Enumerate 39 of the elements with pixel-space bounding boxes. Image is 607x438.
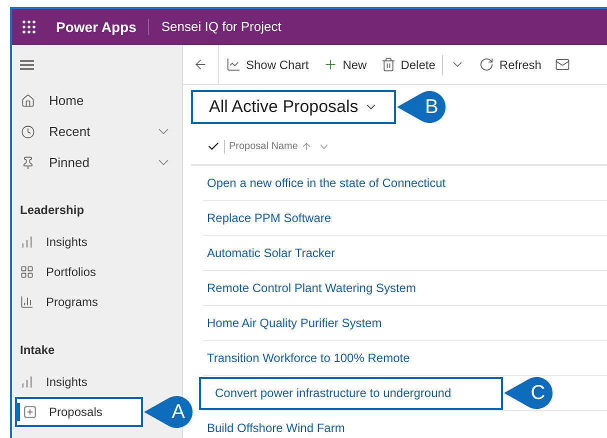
environment-name: Sensei IQ for Project [161, 18, 282, 36]
sidebar-item[interactable]: Insights [12, 367, 182, 397]
sidebar-item[interactable]: Recent [12, 116, 182, 147]
proposal-link[interactable]: Replace PPM Software [203, 202, 332, 234]
toolbar-button[interactable]: Delete [374, 45, 442, 84]
toolbar-button[interactable]: Refresh [472, 45, 548, 84]
toolbar-button[interactable]: New [316, 45, 374, 84]
proposal-link[interactable]: Remote Control Plant Watering System [203, 272, 416, 304]
grid-icon [20, 265, 34, 279]
section-heading: Leadership [19, 202, 86, 219]
refresh-icon [479, 57, 494, 72]
proposal-link[interactable]: Home Air Quality Purifier System [203, 306, 382, 340]
chart-icon [226, 57, 241, 72]
sidebar-item[interactable]: Insights [12, 227, 182, 257]
proposal-link[interactable]: Build Offshore Wind Farm [203, 412, 345, 438]
bar-chart-icon [20, 235, 34, 249]
sidebar-item[interactable]: Programs [12, 287, 182, 317]
proposal-link[interactable]: Open a new office in the state of Connecticut [203, 166, 446, 200]
menu-icon[interactable] [20, 60, 34, 70]
home-icon [21, 94, 35, 108]
column-header: Proposal Name [191, 129, 607, 166]
pin-icon [21, 156, 35, 170]
sidebar-item[interactable]: Home [12, 85, 182, 116]
proposal-link[interactable]: Transition Workforce to 100% Remote [203, 342, 410, 374]
section-heading: Intake [19, 342, 56, 359]
trash-icon [380, 57, 396, 72]
app-launcher-icon[interactable] [22, 20, 36, 34]
proposal-link[interactable]: Automatic Solar Tracker [203, 236, 336, 270]
square-plus-icon [23, 405, 37, 419]
clock-icon [21, 124, 35, 138]
sort-arrow-icon [300, 141, 312, 152]
column-chart-icon [20, 295, 34, 309]
app-title: Power Apps [56, 18, 136, 37]
check-icon[interactable] [207, 140, 220, 153]
toolbar-button[interactable]: Show Chart [219, 45, 316, 84]
sidebar-item[interactable]: Portfolios [12, 257, 182, 287]
bar-chart-icon [20, 375, 34, 389]
sidebar-item[interactable]: Pinned [12, 147, 182, 178]
mail-icon [555, 57, 570, 72]
